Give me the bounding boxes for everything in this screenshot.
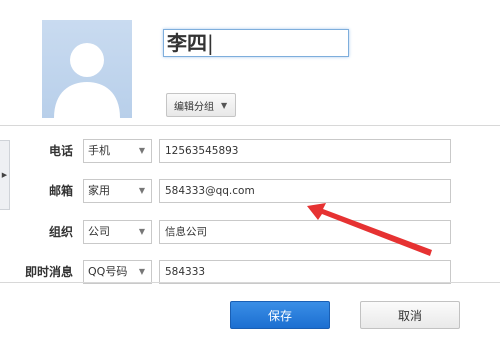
- field-type-value: 家用: [88, 184, 110, 197]
- field-value: 584333: [165, 266, 206, 278]
- field-type-select[interactable]: 手机 ▼: [83, 139, 152, 163]
- field-row-instant-message: 即时消息 QQ号码 ▼ 584333: [0, 260, 500, 288]
- chevron-down-icon: ▼: [138, 146, 145, 155]
- field-row-email: 邮箱 家用 ▼ 584333@qq.com: [0, 179, 500, 207]
- field-label: 邮箱: [48, 184, 73, 198]
- field-type-select[interactable]: 公司 ▼: [83, 220, 152, 244]
- chevron-down-icon: ▼: [138, 267, 145, 276]
- field-label: 电话: [48, 144, 73, 158]
- chevron-down-icon: ▼: [138, 227, 145, 236]
- cancel-label: 取消: [397, 309, 422, 323]
- footer-divider: [0, 282, 500, 283]
- person-silhouette-icon: [54, 43, 120, 118]
- chevron-down-icon: ▼: [221, 100, 228, 110]
- header-divider: [0, 125, 500, 126]
- field-value-input[interactable]: 584333@qq.com: [159, 179, 451, 203]
- edit-group-label: 编辑分组: [174, 101, 214, 113]
- field-value-input[interactable]: 12563545893: [159, 139, 451, 163]
- avatar[interactable]: [42, 20, 132, 118]
- field-type-select[interactable]: QQ号码 ▼: [83, 260, 152, 284]
- field-type-value: 手机: [88, 144, 110, 157]
- field-label: 即时消息: [24, 265, 73, 279]
- chevron-right-icon: ▶: [1, 171, 8, 179]
- save-button[interactable]: 保存: [230, 301, 330, 329]
- field-row-organization: 组织 公司 ▼ 信息公司: [0, 220, 500, 248]
- text-cursor: |: [207, 31, 214, 55]
- chevron-down-icon: ▼: [138, 186, 145, 195]
- field-value-input[interactable]: 信息公司: [159, 220, 451, 244]
- field-type-value: 公司: [88, 225, 110, 238]
- name-value: 李四: [167, 31, 207, 55]
- field-type-select[interactable]: 家用 ▼: [83, 179, 152, 203]
- save-label: 保存: [267, 309, 292, 323]
- field-row-phone: 电话 手机 ▼ 12563545893: [0, 139, 500, 167]
- field-value: 12563545893: [165, 145, 239, 157]
- contact-header: 李四| 编辑分组 ▼: [0, 0, 500, 125]
- field-value: 信息公司: [165, 226, 207, 238]
- field-value: 584333@qq.com: [165, 185, 255, 197]
- name-input[interactable]: 李四|: [163, 29, 349, 57]
- cancel-button[interactable]: 取消: [360, 301, 460, 329]
- field-type-value: QQ号码: [88, 265, 128, 278]
- field-value-input[interactable]: 584333: [159, 260, 451, 284]
- field-label: 组织: [48, 225, 73, 239]
- edit-group-button[interactable]: 编辑分组 ▼: [166, 93, 236, 117]
